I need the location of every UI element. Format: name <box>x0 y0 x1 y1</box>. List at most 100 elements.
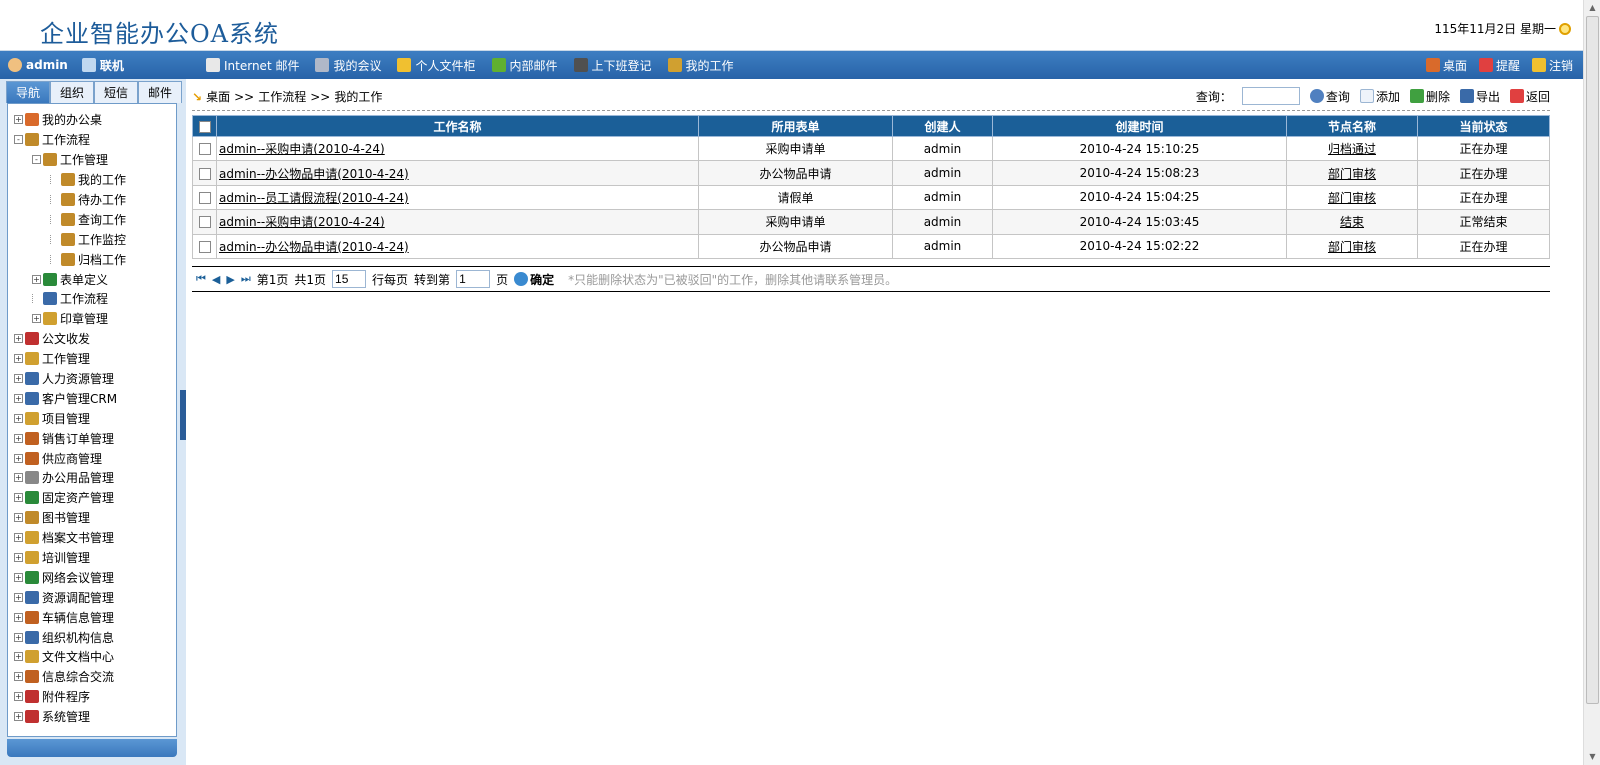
tree-node[interactable]: + 销售订单管理 <box>8 428 176 448</box>
row-checkbox[interactable] <box>198 167 211 180</box>
export-button[interactable]: 导出 <box>1459 88 1500 105</box>
col-created-time[interactable]: 创建时间 <box>992 115 1287 137</box>
scroll-down-icon[interactable]: ▼ <box>1584 749 1600 765</box>
expand-icon[interactable]: + <box>14 453 23 463</box>
confirm-button[interactable]: 确定 <box>514 271 554 288</box>
link-reminder[interactable]: 提醒 <box>1478 57 1520 74</box>
row-checkbox[interactable] <box>198 191 211 204</box>
col-form[interactable]: 所用表单 <box>698 115 893 137</box>
tree-node[interactable]: + 印章管理 <box>8 309 176 329</box>
collapse-icon[interactable]: - <box>32 155 41 165</box>
tree-node[interactable]: + 培训管理 <box>8 548 176 568</box>
query-input[interactable] <box>1241 87 1300 105</box>
tab-sms[interactable]: 短信 <box>94 81 138 103</box>
tree-node[interactable]: + 办公用品管理 <box>8 468 176 488</box>
expand-icon[interactable]: + <box>14 433 23 443</box>
tree-node[interactable]: + 网络会议管理 <box>8 567 176 587</box>
expand-icon[interactable]: + <box>14 473 23 483</box>
tree-node[interactable]: 待办工作 <box>8 190 176 210</box>
back-button[interactable]: 返回 <box>1509 88 1550 105</box>
tree-node[interactable]: + 信息综合交流 <box>8 667 176 687</box>
tree-node[interactable]: + 表单定义 <box>8 269 176 289</box>
next-page-icon[interactable]: ▶ <box>226 273 234 286</box>
cell-work-name[interactable]: admin--办公物品申请(2010-4-24) <box>216 160 699 186</box>
vertical-scrollbar[interactable]: ▲ ▼ <box>1583 0 1600 765</box>
table-row[interactable]: admin--员工请假流程(2010-4-24) 请假单 admin 2010-4-2… <box>192 184 1550 211</box>
cell-node-name[interactable]: 结束 <box>1286 209 1418 235</box>
menu-internal-mail[interactable]: 内部邮件 <box>491 57 558 74</box>
cell-node-name[interactable]: 归档通过 <box>1286 135 1418 162</box>
expand-icon[interactable]: + <box>32 314 41 324</box>
tab-organization[interactable]: 组织 <box>50 81 94 103</box>
cell-work-name[interactable]: admin--办公物品申请(2010-4-24) <box>216 233 699 259</box>
expand-icon[interactable]: + <box>14 513 23 523</box>
expand-icon[interactable]: + <box>14 493 23 503</box>
tree-node[interactable]: + 客户管理CRM <box>8 388 176 408</box>
tree-node[interactable]: 归档工作 <box>8 249 176 269</box>
cell-work-name[interactable]: admin--员工请假流程(2010-4-24) <box>216 184 699 211</box>
cell-node-name[interactable]: 部门审核 <box>1286 160 1418 186</box>
tree-node[interactable]: + 档案文书管理 <box>8 528 176 548</box>
link-logout[interactable]: 注销 <box>1531 57 1573 74</box>
tree-node[interactable]: + 人力资源管理 <box>8 369 176 389</box>
col-node-name[interactable]: 节点名称 <box>1286 115 1418 137</box>
link-desktop[interactable]: 桌面 <box>1425 57 1467 74</box>
expand-icon[interactable]: + <box>14 413 23 423</box>
goto-page-input[interactable] <box>456 270 491 288</box>
expand-icon[interactable]: + <box>14 354 23 364</box>
menu-my-work[interactable]: 我的工作 <box>667 57 734 74</box>
tree-node[interactable]: + 资源调配管理 <box>8 587 176 607</box>
menu-file-cabinet[interactable]: 个人文件柜 <box>397 57 476 74</box>
cell-work-name[interactable]: admin--采购申请(2010-4-24) <box>216 135 699 162</box>
tab-mail[interactable]: 邮件 <box>138 81 182 103</box>
query-button[interactable]: 查询 <box>1309 88 1350 105</box>
expand-icon[interactable]: + <box>14 115 23 125</box>
collapse-icon[interactable]: - <box>14 135 23 145</box>
expand-icon[interactable]: + <box>14 652 23 662</box>
expand-icon[interactable]: + <box>14 692 23 702</box>
table-row[interactable]: admin--采购申请(2010-4-24) 采购申请单 admin 2010-4-2… <box>192 135 1550 162</box>
row-checkbox[interactable] <box>198 216 211 229</box>
tree-node[interactable]: + 组织机构信息 <box>8 627 176 647</box>
col-status[interactable]: 当前状态 <box>1417 115 1550 137</box>
tree-node[interactable]: - 工作管理 <box>8 150 176 170</box>
cell-work-name[interactable]: admin--采购申请(2010-4-24) <box>216 209 699 235</box>
tree-node[interactable]: + 车辆信息管理 <box>8 607 176 627</box>
expand-icon[interactable]: + <box>14 712 23 722</box>
first-page-icon[interactable]: ⏮ <box>196 272 206 286</box>
expand-icon[interactable]: + <box>14 374 23 384</box>
col-work-name[interactable]: 工作名称 <box>216 115 699 137</box>
tree-node[interactable]: + 工作管理 <box>8 349 176 369</box>
expand-icon[interactable]: + <box>14 672 23 682</box>
col-creator[interactable]: 创建人 <box>892 115 993 137</box>
delete-button[interactable]: 删除 <box>1409 88 1450 105</box>
panel-splitter[interactable] <box>180 390 186 440</box>
row-checkbox[interactable] <box>198 143 211 156</box>
table-row[interactable]: admin--采购申请(2010-4-24) 采购申请单 admin 2010-4-2… <box>192 209 1550 235</box>
per-page-input[interactable] <box>332 270 367 288</box>
scroll-thumb[interactable] <box>1586 16 1599 704</box>
expand-icon[interactable]: + <box>14 533 23 543</box>
menu-internet-mail[interactable]: Internet 邮件 <box>206 57 299 74</box>
tree-node[interactable]: + 我的办公桌 <box>8 110 176 130</box>
cell-node-name[interactable]: 部门审核 <box>1286 184 1418 211</box>
tree-node[interactable]: + 图书管理 <box>8 508 176 528</box>
tree-node[interactable]: 工作流程 <box>8 289 176 309</box>
add-button[interactable]: 添加 <box>1359 88 1400 105</box>
scroll-up-icon[interactable]: ▲ <box>1584 0 1600 16</box>
expand-icon[interactable]: + <box>14 572 23 582</box>
tree-node[interactable]: - 工作流程 <box>8 130 176 150</box>
expand-icon[interactable]: + <box>14 553 23 563</box>
tree-node[interactable]: + 公文收发 <box>8 329 176 349</box>
expand-icon[interactable]: + <box>14 334 23 344</box>
expand-icon[interactable]: + <box>14 632 23 642</box>
online-status[interactable]: 联机 <box>100 57 124 74</box>
tree-node[interactable]: + 固定资产管理 <box>8 488 176 508</box>
last-page-icon[interactable]: ⏭ <box>241 272 251 286</box>
tree-node[interactable]: + 附件程序 <box>8 687 176 707</box>
select-all-checkbox[interactable] <box>198 120 211 133</box>
cell-node-name[interactable]: 部门审核 <box>1286 233 1418 259</box>
row-checkbox[interactable] <box>198 240 211 253</box>
expand-icon[interactable]: + <box>32 274 41 284</box>
breadcrumb-workflow[interactable]: 工作流程 <box>258 88 306 105</box>
